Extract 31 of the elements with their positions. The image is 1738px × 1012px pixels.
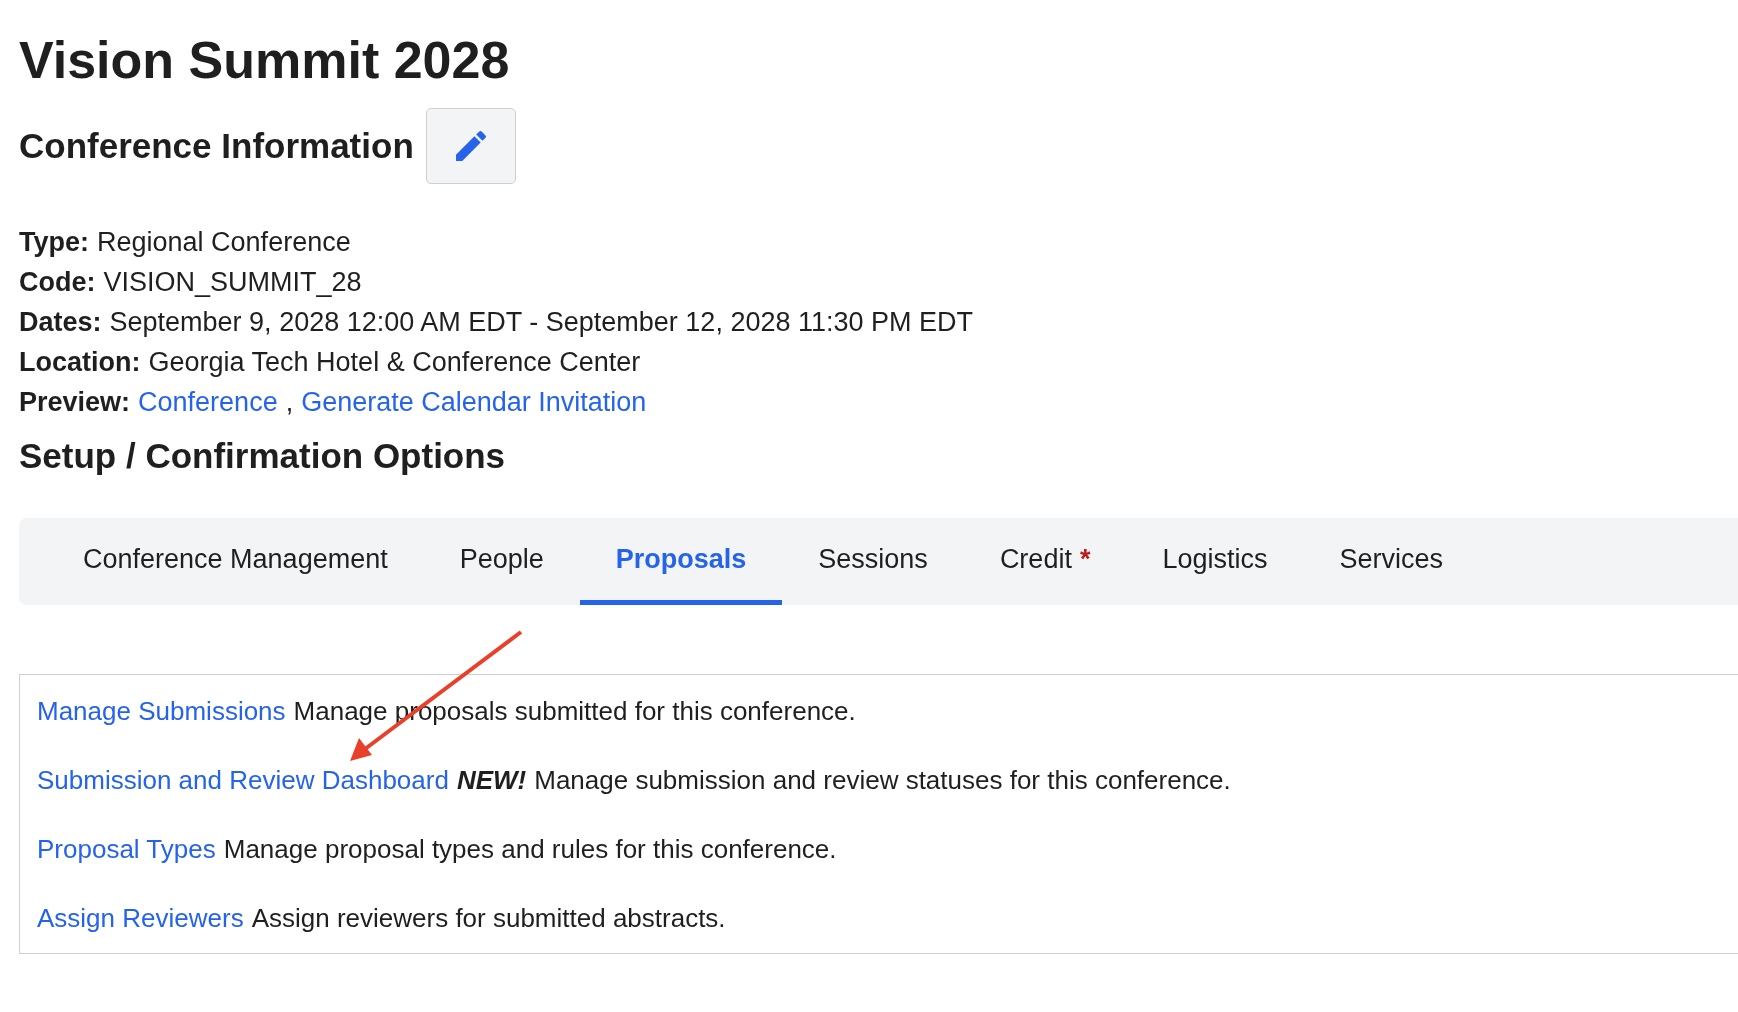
tab[interactable]: Proposals	[579, 518, 783, 605]
tab[interactable]: Logistics	[1126, 518, 1304, 605]
field-label: Preview:	[19, 386, 131, 419]
field-value: Regional Conference	[97, 226, 351, 259]
page-title: Vision Summit 2028	[19, 30, 510, 91]
field-label: Dates:	[19, 306, 102, 339]
field-value: September 9, 2028 12:00 AM EDT - September 12, 2028 11:30 PM EDT	[109, 306, 974, 339]
tab[interactable]: People	[423, 518, 580, 605]
field-label: Code:	[19, 266, 96, 299]
tab[interactable]: Conference Management	[47, 518, 424, 605]
tab[interactable]: Credit *	[963, 518, 1127, 605]
edit-button[interactable]	[425, 108, 516, 184]
preview-link[interactable]: Generate Calendar Invitation	[301, 382, 647, 422]
field-label: Type:	[19, 226, 89, 259]
preview-link[interactable]: Conference	[138, 382, 278, 422]
option-link[interactable]: Submission and Review Dashboard	[37, 760, 449, 800]
option-link[interactable]: Proposal Types	[37, 829, 216, 869]
field-value: VISION_SUMMIT_28	[103, 266, 362, 299]
option-description: Manage proposal types and rules for this conference.	[223, 833, 837, 866]
option-link[interactable]: Manage Submissions	[37, 691, 286, 731]
option-description: Manage submission and review statuses for this conference.	[534, 764, 1231, 797]
section-heading: Conference Information	[19, 125, 414, 167]
field-value: Georgia Tech Hotel & Conference Center	[148, 346, 641, 379]
option-link[interactable]: Assign Reviewers	[37, 898, 244, 938]
new-label: NEW!	[456, 764, 527, 797]
option-description: Assign reviewers for submitted abstracts.	[251, 902, 726, 935]
tab[interactable]: Services	[1303, 518, 1479, 605]
tab[interactable]: Sessions	[782, 518, 964, 605]
separator: ,	[285, 386, 294, 419]
section-heading: Setup / Confirmation Options	[19, 435, 506, 477]
field-label: Location:	[19, 346, 141, 379]
